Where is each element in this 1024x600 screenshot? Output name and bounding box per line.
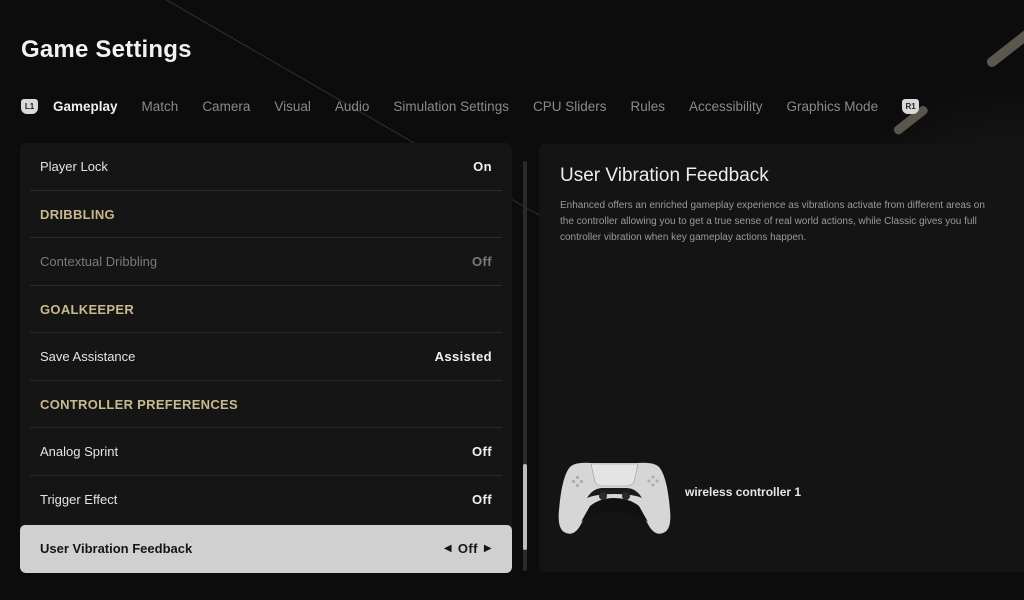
scrollbar[interactable] bbox=[523, 161, 527, 571]
tab-rules[interactable]: Rules bbox=[630, 99, 665, 114]
settings-tabs: L1 Gameplay Match Camera Visual Audio Si… bbox=[21, 96, 920, 116]
section-label: GOALKEEPER bbox=[40, 301, 135, 317]
tab-camera[interactable]: Camera bbox=[202, 99, 250, 114]
section-header-goalkeeper: GOALKEEPER bbox=[20, 286, 512, 333]
setting-label: Player Lock bbox=[40, 159, 108, 175]
section-header-dribbling: DRIBBLING bbox=[20, 191, 512, 238]
setting-value: Off bbox=[457, 541, 478, 557]
setting-label: Trigger Effect bbox=[40, 491, 118, 507]
controller-icon bbox=[558, 462, 671, 534]
arrow-left-icon[interactable]: ◀ bbox=[444, 543, 452, 554]
setting-value: Assisted bbox=[434, 349, 492, 365]
setting-value: Off bbox=[472, 254, 492, 270]
section-header-controller-preferences: CONTROLLER PREFERENCES bbox=[20, 381, 512, 428]
r1-bumper-icon[interactable]: R1 bbox=[902, 98, 920, 114]
setting-row-contextual-dribbling[interactable]: Contextual Dribbling Off bbox=[20, 238, 512, 286]
setting-label: User Vibration Feedback bbox=[40, 541, 193, 557]
tab-graphics-mode[interactable]: Graphics Mode bbox=[787, 99, 879, 114]
tab-audio[interactable]: Audio bbox=[335, 99, 370, 114]
setting-value-selector[interactable]: ◀ Off ▶ bbox=[444, 541, 492, 556]
setting-value: Off bbox=[472, 444, 492, 460]
setting-row-trigger-effect[interactable]: Trigger Effect Off bbox=[20, 476, 512, 524]
background-streak bbox=[984, 24, 1024, 69]
detail-description: Enhanced offers an enriched gameplay exp… bbox=[560, 200, 985, 243]
tab-cpu-sliders[interactable]: CPU Sliders bbox=[533, 99, 607, 114]
settings-list: Player Lock On DRIBBLING Contextual Drib… bbox=[20, 143, 512, 573]
setting-value: On bbox=[473, 159, 492, 175]
tab-visual[interactable]: Visual bbox=[274, 99, 311, 114]
tab-match[interactable]: Match bbox=[142, 99, 179, 114]
setting-row-player-lock[interactable]: Player Lock On bbox=[20, 143, 512, 191]
setting-label: Analog Sprint bbox=[40, 444, 119, 460]
page-title: Game Settings bbox=[21, 36, 192, 63]
l1-bumper-icon[interactable]: L1 bbox=[21, 98, 38, 114]
setting-row-analog-sprint[interactable]: Analog Sprint Off bbox=[20, 428, 512, 476]
detail-panel: User Vibration Feedback Enhanced offers … bbox=[539, 144, 1024, 572]
section-label: DRIBBLING bbox=[40, 206, 115, 222]
tab-accessibility[interactable]: Accessibility bbox=[689, 99, 763, 114]
section-label: CONTROLLER PREFERENCES bbox=[40, 396, 239, 412]
setting-label: Contextual Dribbling bbox=[40, 254, 158, 270]
setting-row-save-assistance[interactable]: Save Assistance Assisted bbox=[20, 333, 512, 381]
setting-row-user-vibration-feedback[interactable]: User Vibration Feedback ◀ Off ▶ bbox=[20, 525, 512, 573]
detail-title: User Vibration Feedback bbox=[560, 165, 769, 186]
tab-gameplay[interactable]: Gameplay bbox=[53, 99, 118, 114]
setting-label: Save Assistance bbox=[40, 349, 136, 365]
scrollbar-thumb[interactable] bbox=[523, 464, 527, 551]
arrow-right-icon[interactable]: ▶ bbox=[484, 543, 492, 554]
setting-value: Off bbox=[472, 491, 492, 507]
tab-simulation-settings[interactable]: Simulation Settings bbox=[393, 99, 509, 114]
controller-name: wireless controller 1 bbox=[685, 485, 802, 499]
